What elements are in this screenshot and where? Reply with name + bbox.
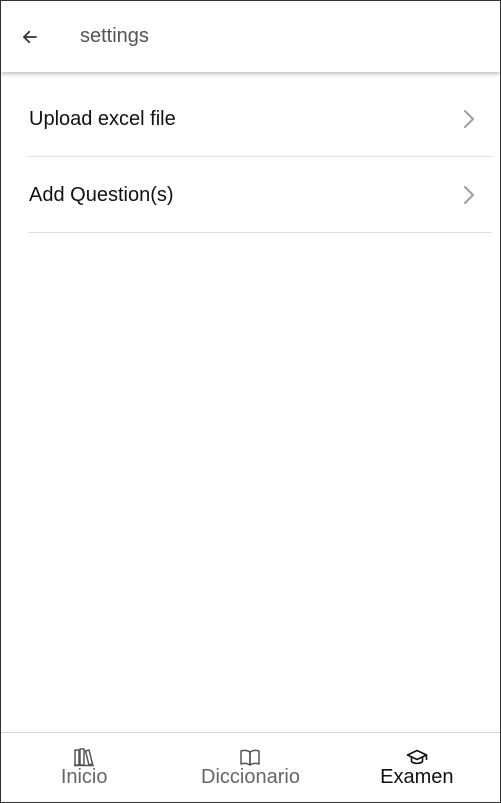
nav-label: Diccionario [201, 766, 300, 788]
chevron-right-icon [464, 110, 474, 128]
nav-item-inicio[interactable]: Inicio [1, 733, 167, 802]
library-icon [73, 747, 95, 767]
settings-item-label: Upload excel file [29, 108, 176, 130]
nav-item-examen[interactable]: Examen [334, 733, 500, 802]
settings-item-add-questions[interactable]: Add Question(s) [28, 157, 492, 233]
book-open-icon [239, 747, 261, 767]
nav-label: Examen [380, 766, 454, 788]
nav-label: Inicio [60, 766, 108, 788]
app-header: settings [1, 1, 500, 72]
bottom-navigation: Inicio Diccionario Examen [1, 732, 500, 802]
settings-list: Upload excel file Add Question(s) [28, 81, 492, 233]
settings-item-upload-excel[interactable]: Upload excel file [28, 81, 492, 157]
settings-item-label: Add Question(s) [29, 184, 174, 206]
page-title: settings [80, 25, 149, 47]
back-button[interactable] [15, 23, 45, 51]
arrow-left-icon [23, 30, 37, 44]
chevron-right-icon [464, 186, 474, 204]
app-window: settings Upload excel file Add Question(… [0, 0, 501, 803]
graduation-cap-icon [406, 747, 428, 767]
nav-item-diccionario[interactable]: Diccionario [167, 733, 333, 802]
